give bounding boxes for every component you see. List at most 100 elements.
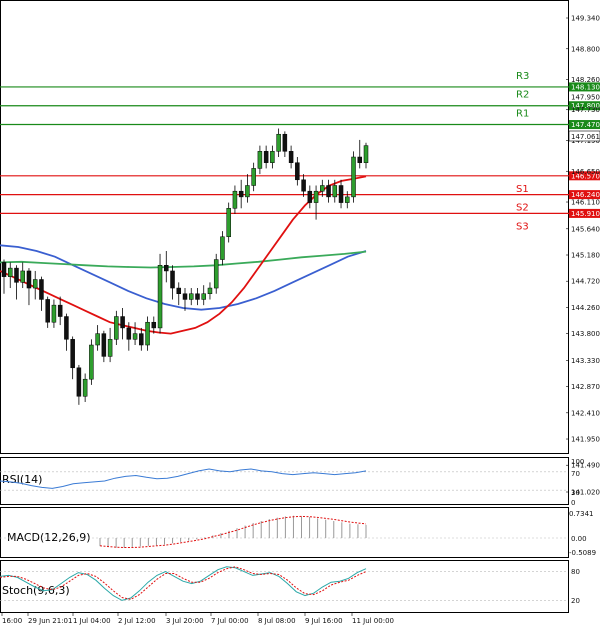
price-tick-label: 149.340 xyxy=(571,15,600,23)
ma-green-line xyxy=(0,250,367,269)
candle-body xyxy=(7,267,13,277)
candle-body xyxy=(120,316,125,329)
candle-body xyxy=(238,190,244,198)
candle-body xyxy=(245,185,250,198)
level-name-s1: S1 xyxy=(516,184,529,195)
price-tick-label: 144.720 xyxy=(571,278,600,286)
candle-body xyxy=(282,133,288,152)
candle-body xyxy=(164,265,169,272)
candle-body xyxy=(232,190,238,209)
candle-body xyxy=(345,196,350,203)
level-name-r3: R3 xyxy=(516,71,529,82)
candle-body xyxy=(151,321,157,329)
candle-body xyxy=(26,270,32,289)
rsi-tick-0: 0 xyxy=(571,499,575,507)
price-tick-label: 144.260 xyxy=(571,304,600,312)
rsi-indicator xyxy=(0,468,568,491)
stoch-tick-80: 80 xyxy=(571,568,580,576)
pivot-levels: 148.130R3147.800R2147.470R1146.570S1146.… xyxy=(0,71,600,232)
candle-body xyxy=(176,287,182,294)
stoch-tick-20: 20 xyxy=(571,597,580,605)
candle-body xyxy=(307,190,313,203)
candle-body xyxy=(332,185,338,198)
candle-body xyxy=(201,293,206,300)
rsi-line xyxy=(0,468,367,489)
time-tick-label: 3 Jul 20:00 xyxy=(166,617,204,625)
macd-title: MACD(12,26,9) xyxy=(7,531,91,544)
level-name-s2: S2 xyxy=(516,203,529,214)
candle-body xyxy=(101,333,107,357)
candle-body xyxy=(145,321,150,346)
time-tick-label: 1 Jul 04:00 xyxy=(73,617,111,625)
candle-body xyxy=(288,151,294,163)
candle-body xyxy=(139,333,144,346)
level-name-s3: S3 xyxy=(516,221,529,232)
candle-body xyxy=(45,299,50,323)
candle-body xyxy=(276,133,281,152)
candle-body xyxy=(263,151,269,163)
level-value-s3: 145.910 xyxy=(571,210,600,218)
candle-body xyxy=(207,287,213,294)
rsi-tick-70: 70 xyxy=(571,470,580,478)
candle-body xyxy=(213,259,219,289)
price-tick-label: 145.640 xyxy=(571,225,600,233)
candle-body xyxy=(182,293,188,300)
candle-body xyxy=(32,279,38,289)
time-tick-label: 8 Jul 08:00 xyxy=(258,617,296,625)
price-tick-label: 147.950 xyxy=(571,94,600,102)
price-tick-label: 142.410 xyxy=(571,409,600,417)
candle-body xyxy=(82,378,88,397)
price-tick-label: 145.180 xyxy=(571,252,600,260)
candle-body xyxy=(363,145,369,163)
candle-body xyxy=(76,367,82,397)
price-tick-label: 148.800 xyxy=(571,45,600,53)
candle-body xyxy=(351,156,356,198)
price-tick-label: 146.650 xyxy=(571,168,600,176)
candle-body xyxy=(251,168,256,186)
current-price-tag: 147.061 xyxy=(568,130,600,142)
rsi-tick-100: 100 xyxy=(571,458,584,466)
candle-body xyxy=(301,179,306,192)
candle-body xyxy=(226,208,231,238)
price-tick-label: 148.260 xyxy=(571,76,600,84)
level-name-r1: R1 xyxy=(516,109,529,120)
macd-tick-min: -0.5089 xyxy=(569,549,596,557)
candle-body xyxy=(320,185,325,192)
time-tick-label: 2 Jul 12:00 xyxy=(118,617,156,625)
price-tick-label: 147.730 xyxy=(571,106,600,114)
stoch-title: Stoch(9,6,3) xyxy=(2,584,70,597)
rsi-tick-30: 30 xyxy=(571,489,580,497)
candle-body xyxy=(14,267,19,283)
stoch-indicator xyxy=(0,566,568,601)
candle-body xyxy=(89,344,94,380)
price-tick-label: 141.950 xyxy=(571,436,600,444)
forex-chart: 148.130R3147.800R2147.470R1146.570S1146.… xyxy=(0,0,600,625)
candle-body xyxy=(220,236,225,260)
time-tick-label: 7 Jul 00:00 xyxy=(211,617,249,625)
time-tick-label: 29 Jun 21:01 xyxy=(28,617,72,625)
price-tick-label: 143.330 xyxy=(571,357,600,365)
level-name-r2: R2 xyxy=(516,90,529,101)
candle-body xyxy=(326,185,331,198)
rsi-panel-border xyxy=(0,457,569,505)
candle-body xyxy=(126,327,132,340)
time-axis: 16:00 29 Jun 21:01 1 Jul 04:00 2 Jul 12:00 3… xyxy=(1,613,394,625)
candle-body xyxy=(295,162,300,181)
time-tick-label: 16:00 xyxy=(2,617,22,625)
price-tick-label: 143.800 xyxy=(571,330,600,338)
current-price-label: 147.061 xyxy=(571,133,600,141)
candle-body xyxy=(357,156,363,163)
ma-blue-line xyxy=(0,244,367,311)
candle-body xyxy=(95,333,100,346)
time-tick-label: 9 Jul 16:00 xyxy=(305,617,343,625)
level-value-r3: 148.130 xyxy=(571,83,600,91)
candle-body xyxy=(51,304,57,323)
candle-body xyxy=(338,185,344,203)
candle-body xyxy=(70,339,75,369)
candle-body xyxy=(195,293,200,300)
candle-body xyxy=(170,270,175,289)
time-tick-label: 11 Jul 00:00 xyxy=(352,617,394,625)
candle-body xyxy=(157,265,163,329)
candle-body xyxy=(39,279,44,300)
candle-body xyxy=(270,151,275,163)
